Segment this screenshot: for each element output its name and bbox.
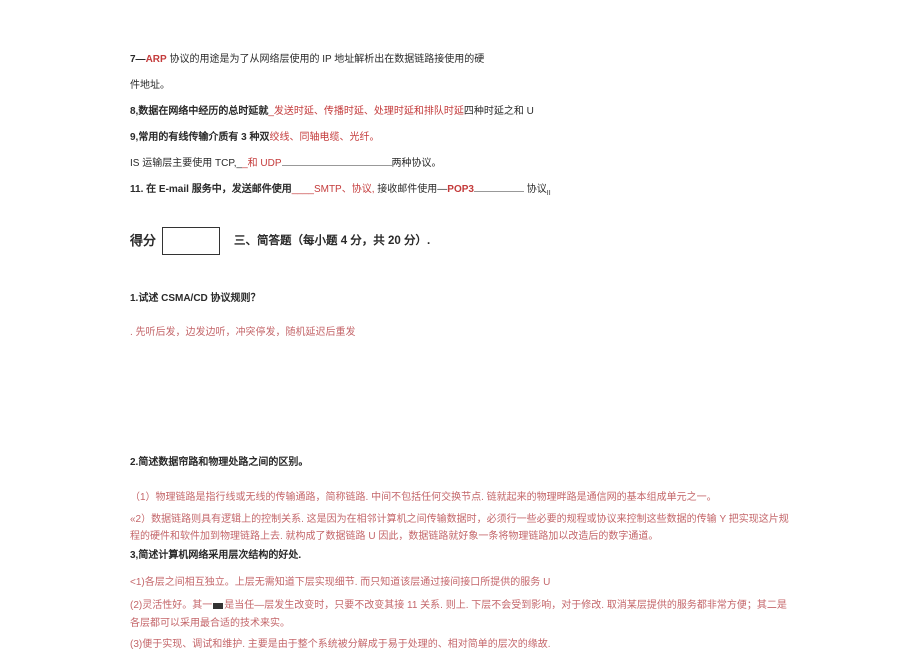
sa2-answer2: «2）数据链路则具有逻辑上的控制关系. 这是因为在相邻计算机之间传输数据时，必须… xyxy=(130,511,790,546)
q8-prefix: 8,数据在网络中经历的总时延就 xyxy=(130,106,268,117)
q10-prefix: IS 运输层主要使用 TCP,_ xyxy=(130,158,242,169)
q9-prefix: 9,常用的有线传输介质有 3 种双 xyxy=(130,132,269,143)
sa3-answer2-pre: (2)灵活性好。其一 xyxy=(130,600,212,611)
score-box xyxy=(162,227,220,255)
q7-rest2: 件地址。 xyxy=(130,78,790,94)
sa1-answer: . 先听后发，边发边听，冲突停发，随机延迟后重发 xyxy=(130,325,790,341)
q8-suffix: 四种时延之和 U xyxy=(464,106,534,117)
q7-prefix: 7— xyxy=(130,54,146,65)
sa3-answer1: <1)各层之间相互独立。上层无需知道下层实现细节. 而只知道该层通过接间接口所提… xyxy=(130,574,790,592)
q11-red1: ____SMTP、协议, xyxy=(292,184,375,195)
sa3-answer2-post: 是当任—层发生改变时，只要不改变其接 11 关系. 则上. 下层不会受到影响，对… xyxy=(130,600,787,629)
q11-sub: II xyxy=(547,190,551,197)
q8-red: _发送时延、传播时延、处理时延和排队时延 xyxy=(268,106,464,117)
q10-red: _和 UDP xyxy=(242,158,281,169)
q11-blank xyxy=(474,182,524,192)
q7-rest1: 协议的用途是为了从网络层使用的 IP 地址解析出在数据链路接使用的硬 xyxy=(167,54,485,65)
sa2-answer1: （1）物理链路是指行线或无线的传输通路，简称链路. 中间不包括任何交换节点. 链… xyxy=(130,489,790,507)
section3-title: 三、简答题（每小题 4 分，共 20 分）. xyxy=(234,232,430,250)
q9-red: 绞线、同轴电缆、光纤。 xyxy=(269,132,379,143)
sa3-question: 3,简述计算机网络采用层次结构的好处. xyxy=(130,550,301,561)
q11-red2: POP3 xyxy=(447,184,474,195)
q11-suffix: 协议 xyxy=(527,184,547,195)
q11-prefix: 11. 在 E-mail 服务中，发送邮件使用 xyxy=(130,184,292,195)
score-label: 得分 xyxy=(130,231,156,252)
q11-mid: 接收邮件使用— xyxy=(377,184,447,195)
q10-suffix: 两种协议。 xyxy=(392,158,442,169)
sa2-question: 2.简述数据帘路和物理处路之间的区别。 xyxy=(130,455,790,471)
sa3-answer3: (3)便于实现、调试和维护. 主要是由于整个系统被分解成于易于处理的、相对简单的… xyxy=(130,636,790,654)
q10-blank xyxy=(282,156,392,166)
black-square-icon xyxy=(213,603,223,609)
sa1-question: 1.试述 CSMA/CD 协议规则？ xyxy=(130,291,790,307)
q7-red: ARP xyxy=(146,54,167,65)
score-row: 得分 三、简答题（每小题 4 分，共 20 分）. xyxy=(130,227,790,255)
